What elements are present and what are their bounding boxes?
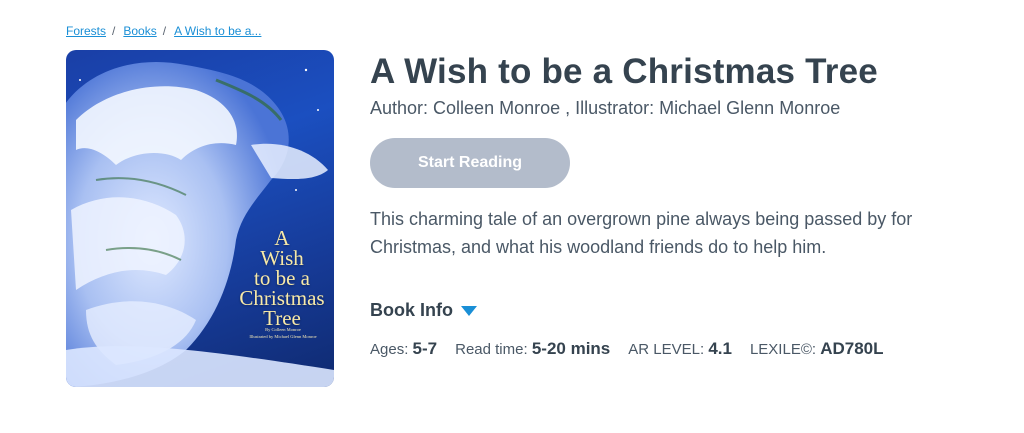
read-time-value: 5-20 mins <box>531 339 611 358</box>
lexile-label: LEXILE©: <box>749 341 817 358</box>
book-byline: Author: Colleen Monroe , Illustrator: Mi… <box>370 98 841 118</box>
cover-title: A Wish to be a Christmas Tree <box>239 226 325 330</box>
ar-level-value: 4.1 <box>708 339 732 358</box>
read-time-label: Read time: <box>455 341 528 358</box>
lexile-meta: LEXILE©: AD780L <box>750 339 884 359</box>
start-reading-button[interactable]: Start Reading <box>370 138 570 188</box>
ages-label: Ages: <box>370 341 409 358</box>
breadcrumb-separator: / <box>112 24 116 38</box>
breadcrumb-books-link[interactable]: Books <box>123 24 156 38</box>
ages-meta: Ages: 5-7 <box>370 339 437 359</box>
read-time-meta: Read time: 5-20 mins <box>455 339 610 359</box>
book-meta: Ages: 5-7 Read time: 5-20 mins AR LEVEL:… <box>370 339 902 359</box>
book-description: This charming tale of an overgrown pine … <box>370 209 913 257</box>
breadcrumb: Forests / Books / A Wish to be a... <box>66 24 261 38</box>
ar-level-meta: AR LEVEL: 4.1 <box>628 339 732 359</box>
book-title: A Wish to be a Christmas Tree <box>370 52 878 91</box>
ages-value: 5-7 <box>412 339 438 358</box>
book-info-toggle[interactable]: Book Info <box>370 300 477 321</box>
book-info-label: Book Info <box>370 300 453 320</box>
ar-level-label: AR LEVEL: <box>628 341 705 358</box>
cover-credits: By Colleen Monroe Illustrated by Michael… <box>249 327 317 339</box>
breadcrumb-separator: / <box>162 24 167 38</box>
breadcrumb-current-link[interactable]: A Wish to be a... <box>174 24 261 38</box>
lexile-value: AD780L <box>820 339 884 358</box>
book-cover-image[interactable]: A Wish to be a Christmas Tree By Colleen… <box>66 50 334 387</box>
breadcrumb-forests-link[interactable]: Forests <box>66 24 106 38</box>
caret-down-icon <box>461 305 477 316</box>
